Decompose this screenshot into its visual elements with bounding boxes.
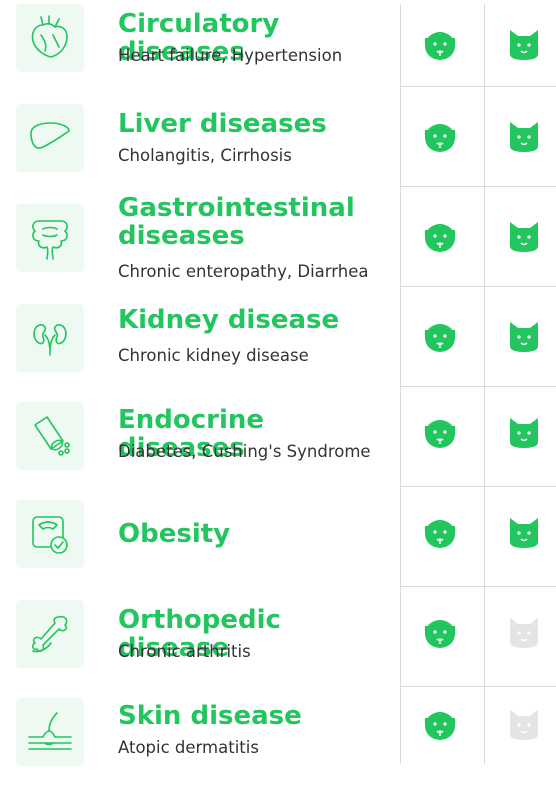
dog-icon	[424, 712, 456, 740]
disease-title: Liver diseases	[118, 109, 327, 139]
dog-icon	[424, 520, 456, 548]
disease-row-circulatory: Circulatory diseases Heart failure, Hype…	[0, 0, 556, 100]
dog-icon	[424, 324, 456, 352]
disease-title: Kidney disease	[118, 305, 340, 335]
cat-icon	[510, 418, 538, 448]
disease-title: Obesity	[118, 519, 231, 549]
disease-subtitle: Chronic enteropathy, Diarrhea	[118, 262, 369, 281]
disease-title: Gastrointestinal diseases	[118, 193, 355, 251]
bone-icon	[16, 600, 84, 668]
pill-bottle-icon	[16, 402, 84, 470]
disease-subtitle: Chronic kidney disease	[118, 346, 309, 365]
disease-row-kidney: Kidney disease Chronic kidney disease	[0, 296, 556, 396]
disease-row-obesity: Obesity	[0, 496, 556, 596]
dog-icon	[424, 124, 456, 152]
disease-subtitle: Cholangitis, Cirrhosis	[118, 146, 292, 165]
cat-icon	[510, 222, 538, 252]
disease-row-endocrine: Endocrine diseases Diabetes, Cushing's S…	[0, 396, 556, 496]
disease-row-gastrointestinal: Gastrointestinal diseases Chronic entero…	[0, 192, 556, 292]
cat-icon-inactive	[510, 710, 538, 740]
disease-title: Skin disease	[118, 701, 302, 731]
disease-subtitle: Chronic arthritis	[118, 642, 251, 661]
disease-subtitle: Diabetes, Cushing's Syndrome	[118, 442, 371, 461]
disease-row-skin: Skin disease Atopic dermatitis	[0, 696, 556, 796]
cat-icon	[510, 30, 538, 60]
liver-icon	[16, 104, 84, 172]
disease-row-liver: Liver diseases Cholangitis, Cirrhosis	[0, 100, 556, 200]
cat-icon	[510, 518, 538, 548]
dog-icon	[424, 420, 456, 448]
cat-icon-inactive	[510, 618, 538, 648]
kidney-icon	[16, 304, 84, 372]
disease-row-orthopedic: Orthopedic disease Chronic arthritis	[0, 596, 556, 696]
scale-icon	[16, 500, 84, 568]
skin-icon	[16, 698, 84, 766]
disease-subtitle: Atopic dermatitis	[118, 738, 259, 757]
dog-icon	[424, 32, 456, 60]
cat-icon	[510, 122, 538, 152]
disease-subtitle: Heart failure, Hypertension	[118, 46, 343, 65]
cat-icon	[510, 322, 538, 352]
dog-icon	[424, 620, 456, 648]
dog-icon	[424, 224, 456, 252]
heart-icon	[16, 4, 84, 72]
intestine-icon	[16, 204, 84, 272]
